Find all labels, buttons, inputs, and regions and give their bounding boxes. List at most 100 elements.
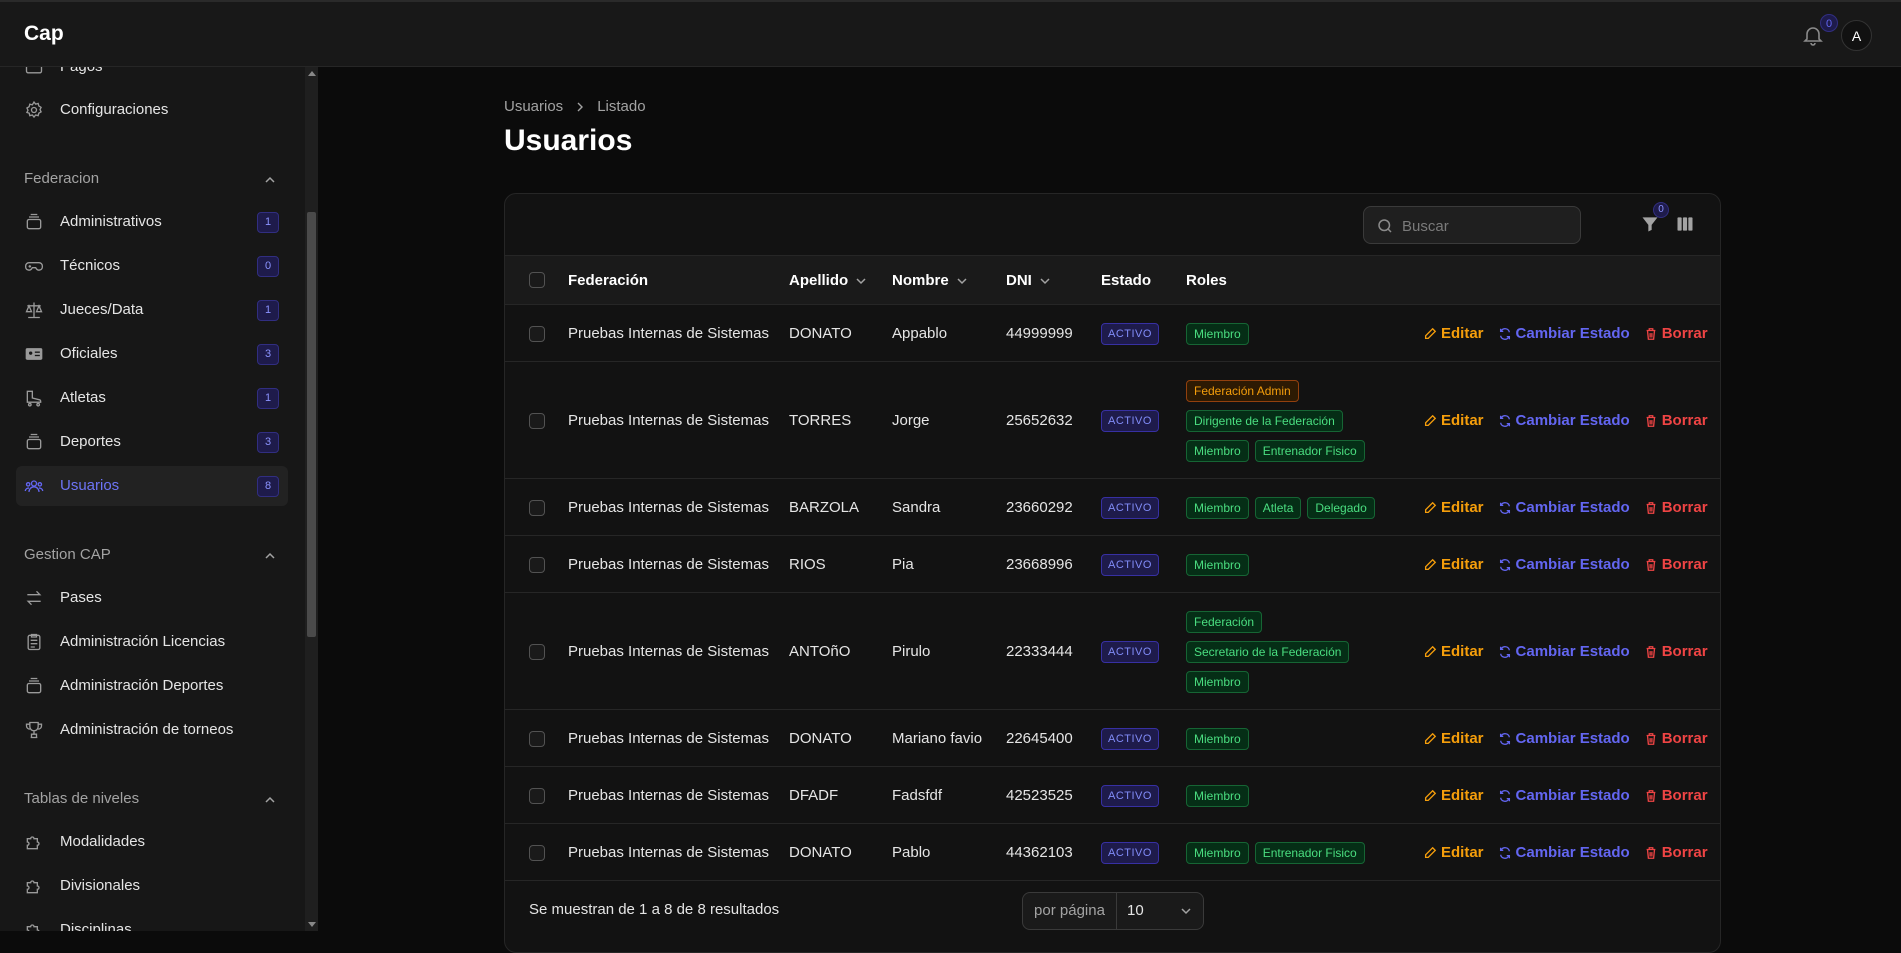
- edit-button[interactable]: Editar: [1423, 643, 1484, 660]
- edit-button[interactable]: Editar: [1423, 844, 1484, 861]
- chevron-up-icon[interactable]: [264, 174, 276, 186]
- change-status-button[interactable]: Cambiar Estado: [1498, 844, 1630, 861]
- header-dni[interactable]: DNI: [1006, 272, 1050, 289]
- sidebar-item-label: Usuarios: [60, 477, 120, 494]
- count-badge: 0: [257, 256, 279, 277]
- sidebar-item-disciplinas[interactable]: Disciplinas: [16, 910, 288, 931]
- users-icon: [24, 480, 44, 492]
- columns-icon[interactable]: [1675, 214, 1695, 234]
- sidebar-item-torneos[interactable]: Administración de torneos: [16, 710, 288, 750]
- chevron-down-icon[interactable]: [957, 276, 967, 286]
- pencil-icon: [1424, 327, 1437, 339]
- cell-apellido: ANTOñO: [789, 643, 851, 660]
- change-status-button[interactable]: Cambiar Estado: [1498, 325, 1630, 342]
- header-apellido[interactable]: Apellido: [789, 272, 866, 289]
- pencil-icon: [1424, 732, 1437, 744]
- delete-button[interactable]: Borrar: [1644, 787, 1708, 804]
- row-actions: Editar Cambiar Estado Borrar: [1423, 787, 1708, 804]
- filter-count-badge: 0: [1653, 202, 1669, 218]
- avatar[interactable]: A: [1841, 20, 1872, 51]
- breadcrumb-parent[interactable]: Usuarios: [504, 98, 563, 115]
- edit-label: Editar: [1441, 643, 1484, 660]
- scrollbar-thumb[interactable]: [307, 212, 316, 637]
- cell-apellido: RIOS: [789, 556, 826, 573]
- delete-button[interactable]: Borrar: [1644, 643, 1708, 660]
- change-status-button[interactable]: Cambiar Estado: [1498, 643, 1630, 660]
- brand-logo[interactable]: Cap: [24, 22, 64, 46]
- sidebar-item-admin-deportes[interactable]: Administración Deportes: [16, 666, 288, 706]
- delete-button[interactable]: Borrar: [1644, 325, 1708, 342]
- delete-button[interactable]: Borrar: [1644, 844, 1708, 861]
- row-checkbox[interactable]: [529, 731, 545, 747]
- sidebar-item-usuarios[interactable]: Usuarios 8: [16, 466, 288, 506]
- scroll-up-icon[interactable]: [308, 71, 316, 76]
- sidebar-item-jueces[interactable]: Jueces/Data 1: [16, 290, 288, 330]
- sidebar-item-pases[interactable]: Pases: [16, 578, 288, 618]
- sidebar-item-administrativos[interactable]: Administrativos 1: [16, 202, 288, 242]
- chevron-up-icon[interactable]: [264, 550, 276, 562]
- select-all-checkbox[interactable]: [529, 272, 545, 288]
- pencil-icon: [1424, 645, 1437, 657]
- delete-button[interactable]: Borrar: [1644, 499, 1708, 516]
- per-page-select[interactable]: por página 10: [1022, 892, 1204, 930]
- row-checkbox[interactable]: [529, 557, 545, 573]
- row-checkbox[interactable]: [529, 413, 545, 429]
- change-status-button[interactable]: Cambiar Estado: [1498, 730, 1630, 747]
- search-input[interactable]: [1402, 214, 1572, 238]
- delete-label: Borrar: [1661, 787, 1708, 804]
- edit-button[interactable]: Editar: [1423, 556, 1484, 573]
- sidebar-item-modalidades[interactable]: Modalidades: [16, 822, 288, 862]
- sidebar-item-atletas[interactable]: Atletas 1: [16, 378, 288, 418]
- table-row: Pruebas Internas de Sistemas DONATO Appabl…: [505, 305, 1720, 362]
- delete-button[interactable]: Borrar: [1644, 730, 1708, 747]
- chevron-up-icon[interactable]: [264, 794, 276, 806]
- edit-label: Editar: [1441, 412, 1484, 429]
- edit-button[interactable]: Editar: [1423, 412, 1484, 429]
- change-status-button[interactable]: Cambiar Estado: [1498, 556, 1630, 573]
- status-badge: ACTIVO: [1101, 410, 1159, 432]
- chevron-down-icon[interactable]: [1040, 276, 1050, 286]
- sidebar-item-oficiales[interactable]: Oficiales 3: [16, 334, 288, 374]
- delete-button[interactable]: Borrar: [1644, 556, 1708, 573]
- sidebar-item-divisionales[interactable]: Divisionales: [16, 866, 288, 906]
- cell-apellido: DFADF: [789, 787, 839, 804]
- edit-button[interactable]: Editar: [1423, 499, 1484, 516]
- change-status-button[interactable]: Cambiar Estado: [1498, 412, 1630, 429]
- delete-label: Borrar: [1661, 643, 1708, 660]
- roles-list: Miembro: [1186, 323, 1386, 345]
- cell-dni: 23668996: [1006, 556, 1073, 573]
- change-status-button[interactable]: Cambiar Estado: [1498, 787, 1630, 804]
- stack-icon: [26, 677, 42, 694]
- sidebar-item-pagos[interactable]: Pagos: [16, 67, 288, 87]
- delete-button[interactable]: Borrar: [1644, 412, 1708, 429]
- sidebar-scrollbar[interactable]: [305, 67, 318, 931]
- group-tablas-label[interactable]: Tablas de niveles: [24, 790, 139, 807]
- row-checkbox[interactable]: [529, 644, 545, 660]
- sidebar-item-label: Pagos: [60, 67, 103, 75]
- edit-button[interactable]: Editar: [1423, 787, 1484, 804]
- row-checkbox[interactable]: [529, 500, 545, 516]
- chevron-down-icon[interactable]: [856, 276, 866, 286]
- row-checkbox[interactable]: [529, 845, 545, 861]
- role-badge: Miembro: [1186, 728, 1249, 750]
- group-gestion-cap-label[interactable]: Gestion CAP: [24, 546, 111, 563]
- sidebar-item-licencias[interactable]: Administración Licencias: [16, 622, 288, 662]
- change-status-button[interactable]: Cambiar Estado: [1498, 499, 1630, 516]
- header-nombre[interactable]: Nombre: [892, 272, 967, 289]
- row-actions: Editar Cambiar Estado Borrar: [1423, 325, 1708, 342]
- results-summary: Se muestran de 1 a 8 de 8 resultados: [529, 901, 780, 918]
- sidebar-item-deportes[interactable]: Deportes 3: [16, 422, 288, 462]
- sidebar: Pagos Configuraciones Federacion Adminis…: [0, 67, 305, 931]
- clipboard-icon: [27, 633, 41, 651]
- search-box[interactable]: [1363, 206, 1581, 244]
- sidebar-item-configuraciones[interactable]: Configuraciones: [16, 90, 288, 130]
- sidebar-item-tecnicos[interactable]: Técnicos 0: [16, 246, 288, 286]
- per-page-value[interactable]: 10: [1117, 893, 1203, 929]
- edit-button[interactable]: Editar: [1423, 730, 1484, 747]
- group-federacion-label[interactable]: Federacion: [24, 170, 99, 187]
- scroll-down-icon[interactable]: [308, 922, 316, 927]
- row-checkbox[interactable]: [529, 326, 545, 342]
- edit-button[interactable]: Editar: [1423, 325, 1484, 342]
- roles-list: Miembro: [1186, 554, 1386, 576]
- row-checkbox[interactable]: [529, 788, 545, 804]
